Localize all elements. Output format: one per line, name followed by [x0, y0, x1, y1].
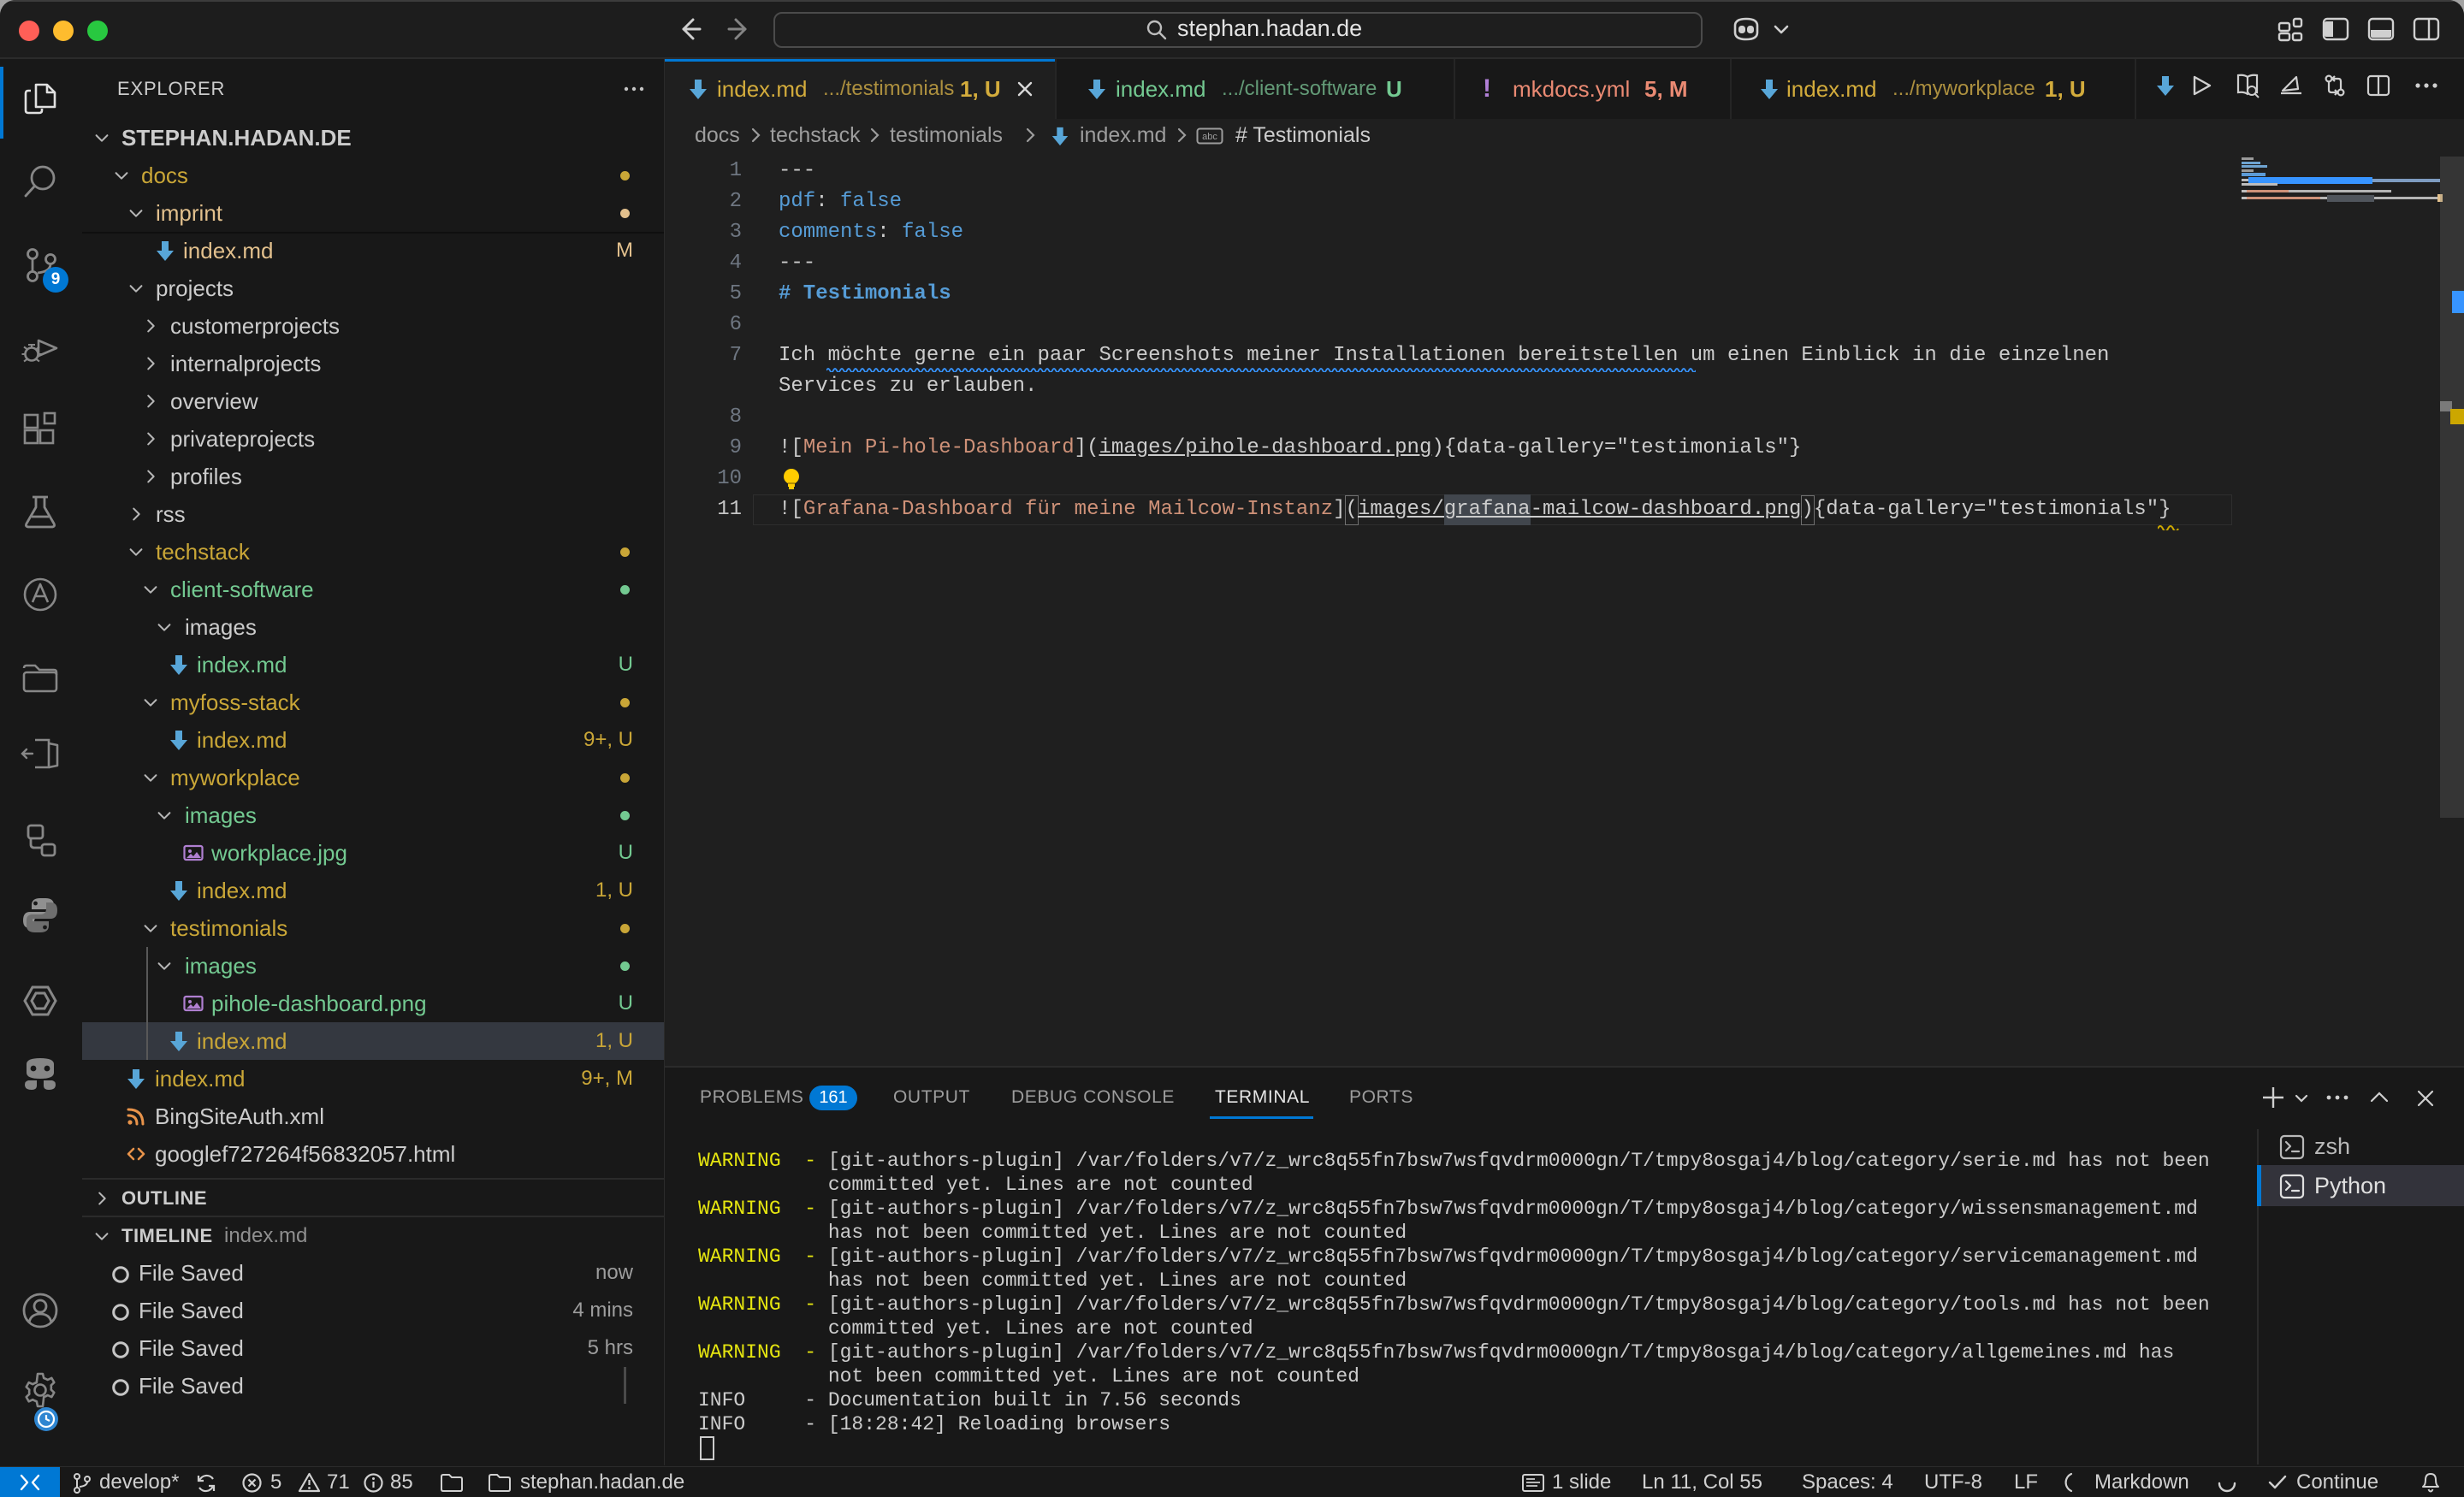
svg-text:abc: abc	[1202, 132, 1217, 142]
